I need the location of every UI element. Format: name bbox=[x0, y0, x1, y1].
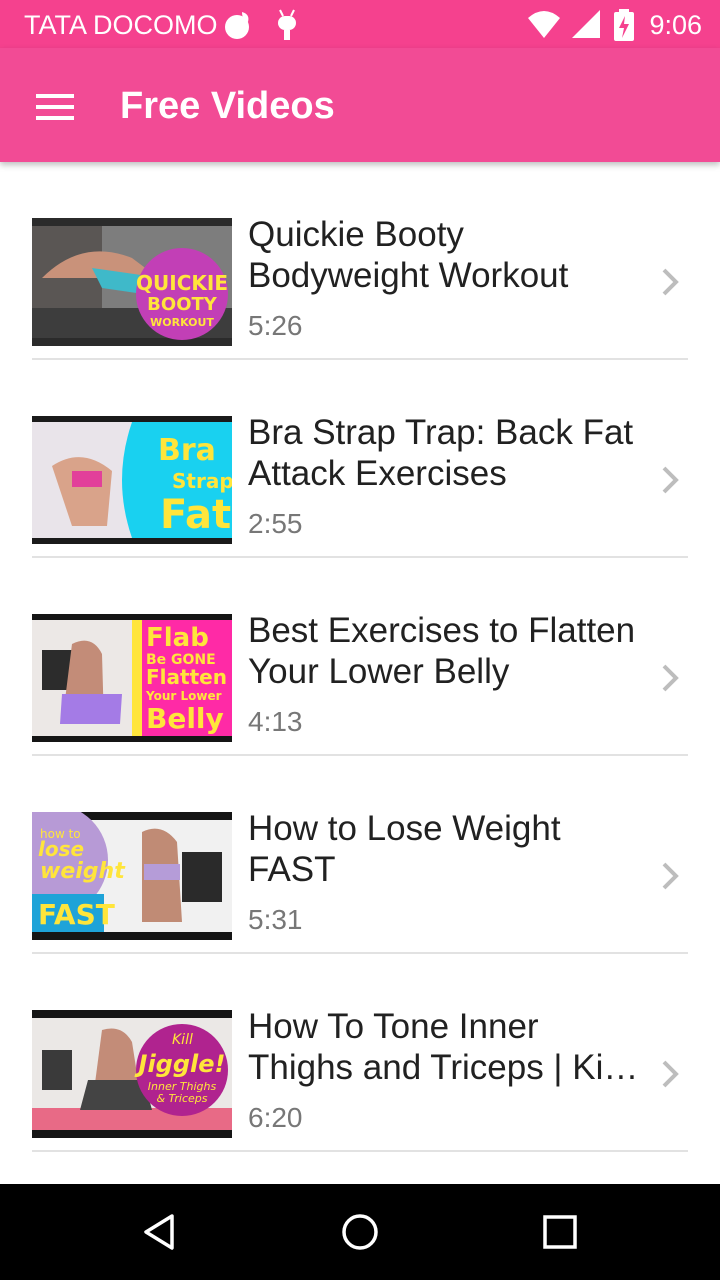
chevron-right-icon bbox=[662, 466, 679, 494]
home-button[interactable] bbox=[300, 1184, 420, 1280]
svg-text:Flab: Flab bbox=[146, 623, 209, 653]
battery-charging-icon bbox=[612, 8, 636, 47]
divider bbox=[32, 1150, 688, 1152]
video-thumbnail: Kill Jiggle! Inner Thighs & Triceps bbox=[32, 1010, 232, 1138]
svg-text:weight: weight bbox=[40, 859, 126, 884]
svg-text:FAST: FAST bbox=[38, 898, 115, 931]
video-title: Bra Strap Trap: Back Fat Attack Exercise… bbox=[248, 413, 634, 493]
signal-icon bbox=[570, 8, 602, 45]
menu-button[interactable] bbox=[22, 76, 90, 136]
video-list: QUICKIE BOOTY WORKOUT Quickie Booty Body… bbox=[0, 162, 720, 1152]
notification-app-icon bbox=[222, 8, 256, 47]
hamburger-menu-icon bbox=[36, 94, 74, 120]
video-thumbnail: Bra Strap Fat bbox=[32, 416, 232, 544]
svg-text:Jiggle!: Jiggle! bbox=[135, 1050, 226, 1078]
recents-button[interactable] bbox=[500, 1184, 620, 1280]
svg-text:WORKOUT: WORKOUT bbox=[150, 316, 214, 329]
video-duration: 5:31 bbox=[248, 904, 303, 935]
video-thumbnail: how to lose weight FAST bbox=[32, 812, 232, 940]
video-title: How To Tone Inner Thighs and Triceps | K… bbox=[248, 1007, 639, 1087]
video-list-item[interactable]: QUICKIE BOOTY WORKOUT Quickie Booty Body… bbox=[0, 162, 720, 360]
svg-text:Flatten: Flatten bbox=[146, 665, 227, 689]
svg-text:Strap: Strap bbox=[172, 469, 232, 493]
carrier-name: TATA DOCOMO bbox=[24, 10, 218, 40]
android-debug-icon bbox=[272, 8, 302, 47]
video-title: Quickie Booty Bodyweight Workout bbox=[248, 215, 569, 295]
page-title: Free Videos bbox=[120, 85, 335, 127]
wifi-icon bbox=[526, 8, 562, 45]
video-list-item[interactable]: Flab Be GONE Flatten Your Lower Belly Be… bbox=[0, 558, 720, 756]
thumbnail-text: QUICKIE bbox=[136, 271, 228, 295]
app-bar: Free Videos bbox=[0, 48, 720, 162]
back-button[interactable] bbox=[100, 1184, 220, 1280]
recents-square-icon bbox=[543, 1215, 577, 1249]
video-list-item[interactable]: how to lose weight FAST How to Lose Weig… bbox=[0, 756, 720, 954]
svg-text:BOOTY: BOOTY bbox=[147, 294, 218, 315]
svg-text:lose: lose bbox=[38, 837, 84, 861]
svg-text:Belly: Belly bbox=[146, 702, 224, 735]
video-duration: 4:13 bbox=[248, 706, 303, 737]
video-duration: 6:20 bbox=[248, 1102, 303, 1133]
svg-text:Bra: Bra bbox=[158, 433, 216, 468]
chevron-right-icon bbox=[662, 268, 679, 296]
back-triangle-icon bbox=[144, 1214, 174, 1250]
video-thumbnail: QUICKIE BOOTY WORKOUT bbox=[32, 218, 232, 346]
video-thumbnail: Flab Be GONE Flatten Your Lower Belly bbox=[32, 614, 232, 742]
system-navigation-bar bbox=[0, 1184, 720, 1280]
video-list-item[interactable]: Bra Strap Fat Bra Strap Trap: Back Fat A… bbox=[0, 360, 720, 558]
svg-text:Your Lower: Your Lower bbox=[145, 689, 222, 703]
video-duration: 5:26 bbox=[248, 310, 303, 341]
svg-text:& Triceps: & Triceps bbox=[156, 1092, 207, 1105]
video-list-item[interactable]: Kill Jiggle! Inner Thighs & Triceps How … bbox=[0, 954, 720, 1152]
video-duration: 2:55 bbox=[248, 508, 303, 539]
chevron-right-icon bbox=[662, 1060, 679, 1088]
clock: 9:06 bbox=[649, 10, 702, 40]
chevron-right-icon bbox=[662, 862, 679, 890]
video-title: Best Exercises to Flatten Your Lower Bel… bbox=[248, 611, 636, 691]
svg-text:Fat: Fat bbox=[160, 492, 231, 538]
status-bar: TATA DOCOMO 9:06 bbox=[0, 0, 720, 48]
video-title: How to Lose Weight FAST bbox=[248, 809, 561, 889]
home-circle-icon bbox=[342, 1214, 378, 1250]
chevron-right-icon bbox=[662, 664, 679, 692]
svg-text:Kill: Kill bbox=[172, 1032, 193, 1048]
